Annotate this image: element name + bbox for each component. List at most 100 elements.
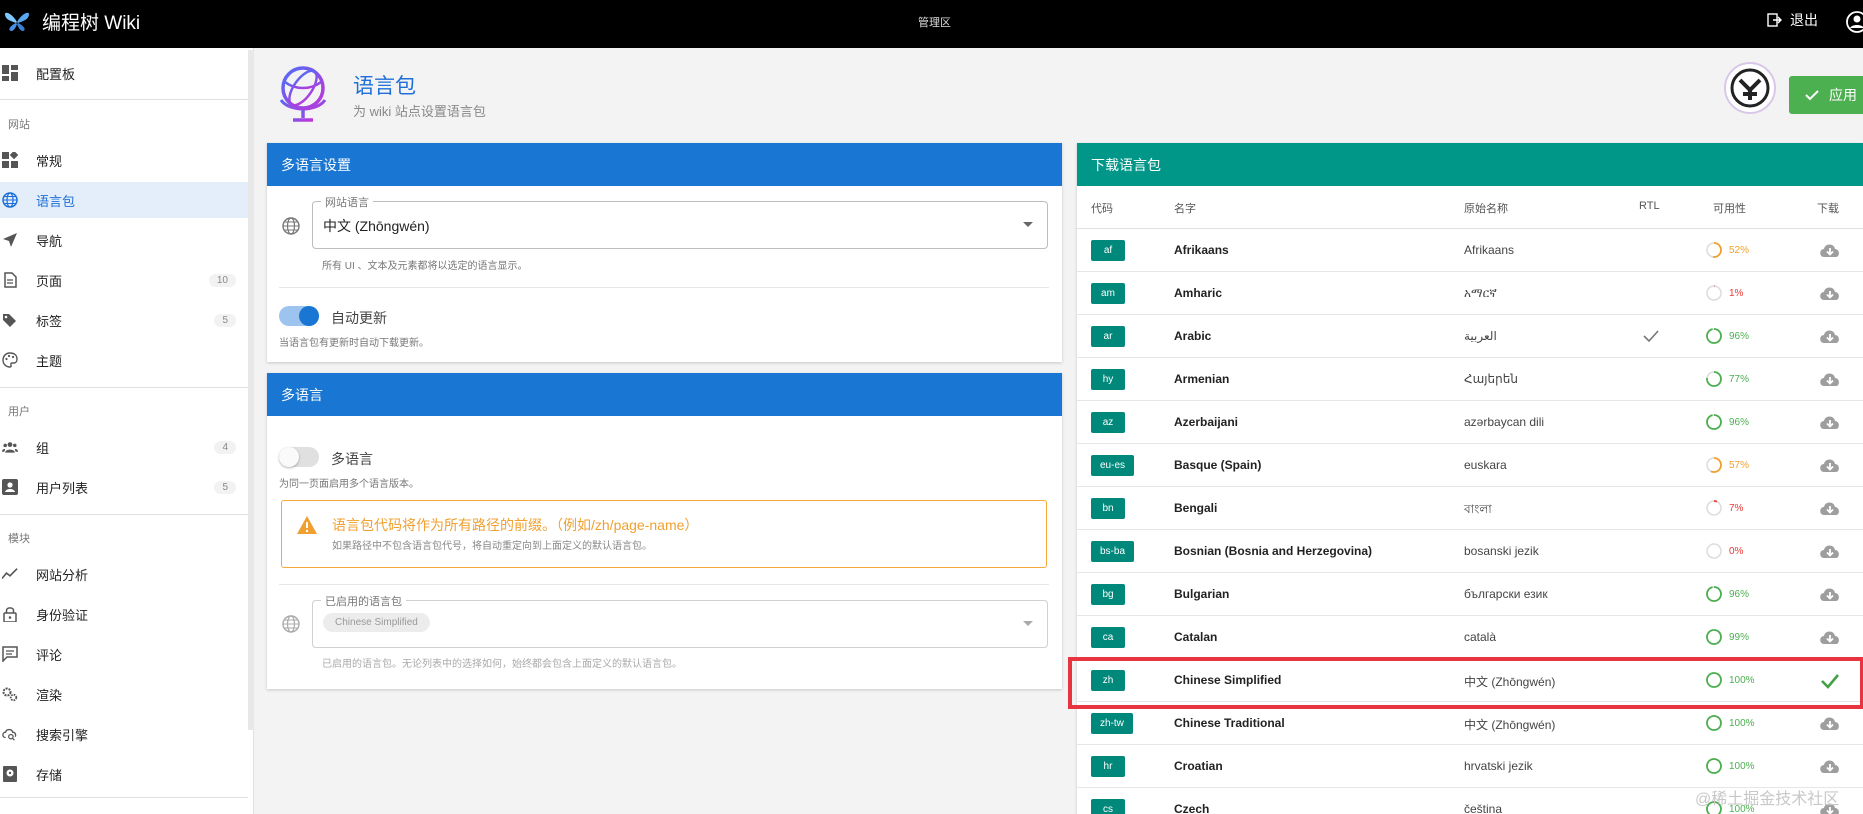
switch-knob xyxy=(299,306,319,326)
column-code[interactable]: 代码 xyxy=(1091,200,1113,216)
availability-percent: 99% xyxy=(1729,631,1750,643)
sidebar-item-rendering[interactable]: 渲染 xyxy=(0,676,248,712)
sidebar-item-storage[interactable]: 存储 xyxy=(0,756,248,792)
apply-button[interactable]: 应用 xyxy=(1789,76,1863,114)
table-row[interactable]: bg Bulgarian български език 96% xyxy=(1077,573,1863,616)
sidebar-divider xyxy=(0,514,248,515)
card-title: 多语言设置 xyxy=(267,143,1062,186)
availability: 52% xyxy=(1705,241,1749,259)
chevron-down-icon xyxy=(1023,222,1033,227)
sidebar-item-pages[interactable]: 页面 10 xyxy=(0,262,248,298)
switch-knob xyxy=(279,447,299,467)
locale-code-chip: ar xyxy=(1091,326,1125,347)
locale-native-name: bosanski jezik xyxy=(1464,544,1539,558)
sidebar-item-auth[interactable]: 身份验证 xyxy=(0,596,248,632)
progress-ring-icon xyxy=(1706,242,1722,258)
sidebar-item-label: 存储 xyxy=(36,767,63,783)
card-title: 多语言 xyxy=(267,373,1062,416)
avatar[interactable] xyxy=(1724,62,1776,114)
rtl-check-icon xyxy=(1643,330,1659,343)
cloud-download-icon[interactable] xyxy=(1818,540,1842,564)
locale-native-name: 中文 (Zhōngwén) xyxy=(1464,718,1556,732)
table-row[interactable]: ca Catalan català 99% xyxy=(1077,616,1863,659)
sidebar-item-navigation[interactable]: 导航 xyxy=(0,222,248,258)
cloud-download-icon[interactable] xyxy=(1818,755,1842,779)
sidebar-item-label: 渲染 xyxy=(36,687,63,703)
sidebar-item-theme[interactable]: 主题 xyxy=(0,342,248,378)
sidebar-item-tags[interactable]: 标签 5 xyxy=(0,302,248,338)
table-row[interactable]: hy Armenian Հայերեն 77% xyxy=(1077,358,1863,401)
cloud-download-icon[interactable] xyxy=(1818,712,1842,736)
availability-percent: 0% xyxy=(1729,545,1744,557)
availability: 96% xyxy=(1705,327,1749,345)
auto-update-switch[interactable] xyxy=(279,306,319,326)
progress-ring-icon xyxy=(1706,758,1722,774)
sidebar-item-analytics[interactable]: 网站分析 xyxy=(0,556,248,592)
locale-native-name: Հայերեն xyxy=(1464,372,1518,386)
cloud-download-icon[interactable] xyxy=(1818,583,1842,607)
locale-name: Bosnian (Bosnia and Herzegovina) xyxy=(1174,544,1373,558)
sidebar-item-users[interactable]: 用户列表 5 xyxy=(0,469,248,505)
availability-percent: 96% xyxy=(1729,588,1750,600)
table-row[interactable]: af Afrikaans Afrikaans 52% xyxy=(1077,229,1863,272)
sidebar-item-label: 导航 xyxy=(36,233,63,249)
column-availability[interactable]: 可用性 xyxy=(1713,200,1746,216)
logo-badge-icon xyxy=(1730,68,1770,108)
alert-title: 语言包代码将作为所有路径的前缀。（例如/zh/page-name） xyxy=(332,517,699,533)
cloud-download-icon[interactable] xyxy=(1818,626,1842,650)
sidebar-item-comments[interactable]: 评论 xyxy=(0,636,248,672)
progress-ring-icon xyxy=(1706,715,1722,731)
locale-code-chip: af xyxy=(1091,240,1125,261)
brand-title[interactable]: 编程树 Wiki xyxy=(42,8,140,35)
cloud-download-icon[interactable] xyxy=(1818,282,1842,306)
locale-code-chip: az xyxy=(1091,412,1125,433)
table-row[interactable]: ar Arabic العربية 96% xyxy=(1077,315,1863,358)
table-row[interactable]: az Azerbaijani azərbaycan dili 96% xyxy=(1077,401,1863,444)
cloud-download-icon[interactable] xyxy=(1818,454,1842,478)
page-icon xyxy=(2,272,18,288)
table-row[interactable]: eu-es Basque (Spain) euskara 57% xyxy=(1077,444,1863,487)
table-row[interactable]: bs-ba Bosnian (Bosnia and Herzegovina) bos… xyxy=(1077,530,1863,573)
sidebar-item-dashboard[interactable]: 配置板 xyxy=(0,55,248,91)
progress-ring-icon xyxy=(1706,543,1722,559)
cloud-download-icon[interactable] xyxy=(1818,497,1842,521)
cloud-download-icon[interactable] xyxy=(1818,325,1842,349)
locale-code-chip: eu-es xyxy=(1091,455,1135,476)
logout-button[interactable]: 退出 xyxy=(1766,10,1818,30)
sidebar: 配置板 网站 常规 语言包 导航 页面 10 标签 5 主题 用户 组 4 用户… xyxy=(0,48,254,814)
language-globe-icon xyxy=(282,615,300,633)
column-name[interactable]: 名字 xyxy=(1174,200,1196,216)
account-icon[interactable] xyxy=(1845,10,1863,34)
column-native[interactable]: 原始名称 xyxy=(1464,200,1508,216)
warning-icon xyxy=(297,516,317,534)
enabled-locales-select[interactable]: 已启用的语言包 Chinese Simplified xyxy=(312,593,1048,648)
cloud-download-icon[interactable] xyxy=(1818,411,1842,435)
storage-icon xyxy=(2,766,18,782)
availability: 96% xyxy=(1705,413,1749,431)
availability-percent: 96% xyxy=(1729,416,1750,428)
column-rtl[interactable]: RTL xyxy=(1639,200,1660,212)
sidebar-item-locale[interactable]: 语言包 xyxy=(0,182,248,218)
sidebar-item-groups[interactable]: 组 4 xyxy=(0,429,248,465)
language-globe-icon xyxy=(282,217,300,235)
sidebar-divider xyxy=(0,797,248,798)
table-row[interactable]: am Amharic አማርኛ 1% xyxy=(1077,272,1863,315)
logout-icon xyxy=(1767,13,1782,27)
cloud-download-icon[interactable] xyxy=(1818,368,1842,392)
availability: 1% xyxy=(1705,284,1743,302)
locale-native-name: euskara xyxy=(1464,458,1507,472)
cloud-download-icon[interactable] xyxy=(1818,239,1842,263)
column-download[interactable]: 下载 xyxy=(1817,200,1839,216)
sidebar-scrollbar[interactable] xyxy=(248,50,254,730)
sidebar-item-search[interactable]: 搜索引擎 xyxy=(0,716,248,752)
table-row[interactable]: hr Croatian hrvatski jezik 100% xyxy=(1077,745,1863,788)
table-row[interactable]: bn Bengali বাংলা 7% xyxy=(1077,487,1863,530)
progress-ring-icon xyxy=(1706,285,1722,301)
sidebar-item-label: 主题 xyxy=(36,353,63,369)
multilingual-switch[interactable] xyxy=(279,447,319,467)
site-locale-select[interactable]: 网站语言 中文 (Zhōngwén) xyxy=(312,194,1048,249)
table-header: 代码 名字 原始名称 RTL 可用性 下载 xyxy=(1077,186,1863,229)
page-subtitle: 为 wiki 站点设置语言包 xyxy=(353,104,486,119)
sidebar-item-general[interactable]: 常规 xyxy=(0,142,248,178)
butterfly-logo-icon[interactable] xyxy=(2,6,32,36)
